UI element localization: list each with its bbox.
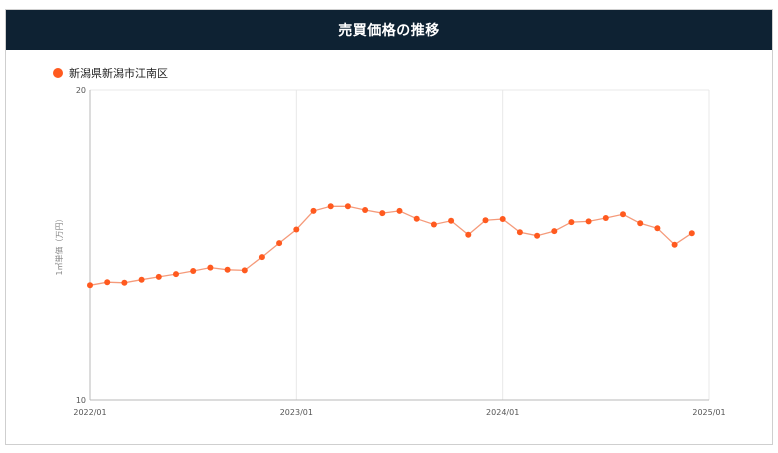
data-point	[568, 219, 575, 226]
data-point	[138, 276, 145, 283]
data-point	[448, 217, 455, 224]
data-point	[224, 266, 231, 273]
data-point	[516, 229, 523, 236]
data-point	[327, 203, 334, 210]
data-point	[688, 230, 695, 237]
data-point	[482, 217, 489, 224]
line-chart: 20 10 2022/01 2023/01 2024/01 2025/01 1㎡単価（万円）	[54, 86, 726, 417]
data-point	[207, 264, 214, 271]
data-point	[121, 279, 128, 286]
data-point	[671, 241, 678, 248]
y-axis-title: 1㎡単価（万円）	[54, 214, 64, 275]
data-point	[430, 221, 437, 228]
data-point	[465, 231, 472, 238]
data-point	[379, 210, 386, 217]
x-tick-label: 2022/01	[73, 408, 106, 417]
data-point	[620, 211, 626, 218]
data-point	[637, 220, 644, 227]
data-point	[173, 271, 179, 278]
data-point	[155, 273, 162, 280]
data-point	[276, 240, 283, 247]
data-point	[585, 218, 592, 225]
data-point	[396, 207, 403, 214]
data-point	[413, 215, 420, 222]
data-point	[499, 216, 506, 222]
data-point	[258, 254, 265, 261]
data-point	[87, 282, 93, 289]
data-point	[104, 279, 111, 286]
x-tick-label: 2023/01	[280, 408, 313, 417]
series-line	[89, 205, 693, 286]
data-point	[310, 207, 317, 214]
data-point	[344, 203, 351, 210]
data-point	[190, 268, 197, 274]
data-point	[362, 207, 369, 213]
data-point	[551, 228, 558, 235]
y-tick-label: 20	[76, 86, 86, 95]
y-tick-label: 10	[76, 396, 86, 405]
data-point	[602, 215, 609, 221]
x-tick-label: 2025/01	[692, 408, 725, 417]
data-point	[293, 226, 300, 233]
data-point	[241, 267, 248, 274]
data-point	[534, 232, 541, 239]
data-point	[654, 225, 661, 232]
x-tick-label: 2024/01	[486, 408, 519, 417]
